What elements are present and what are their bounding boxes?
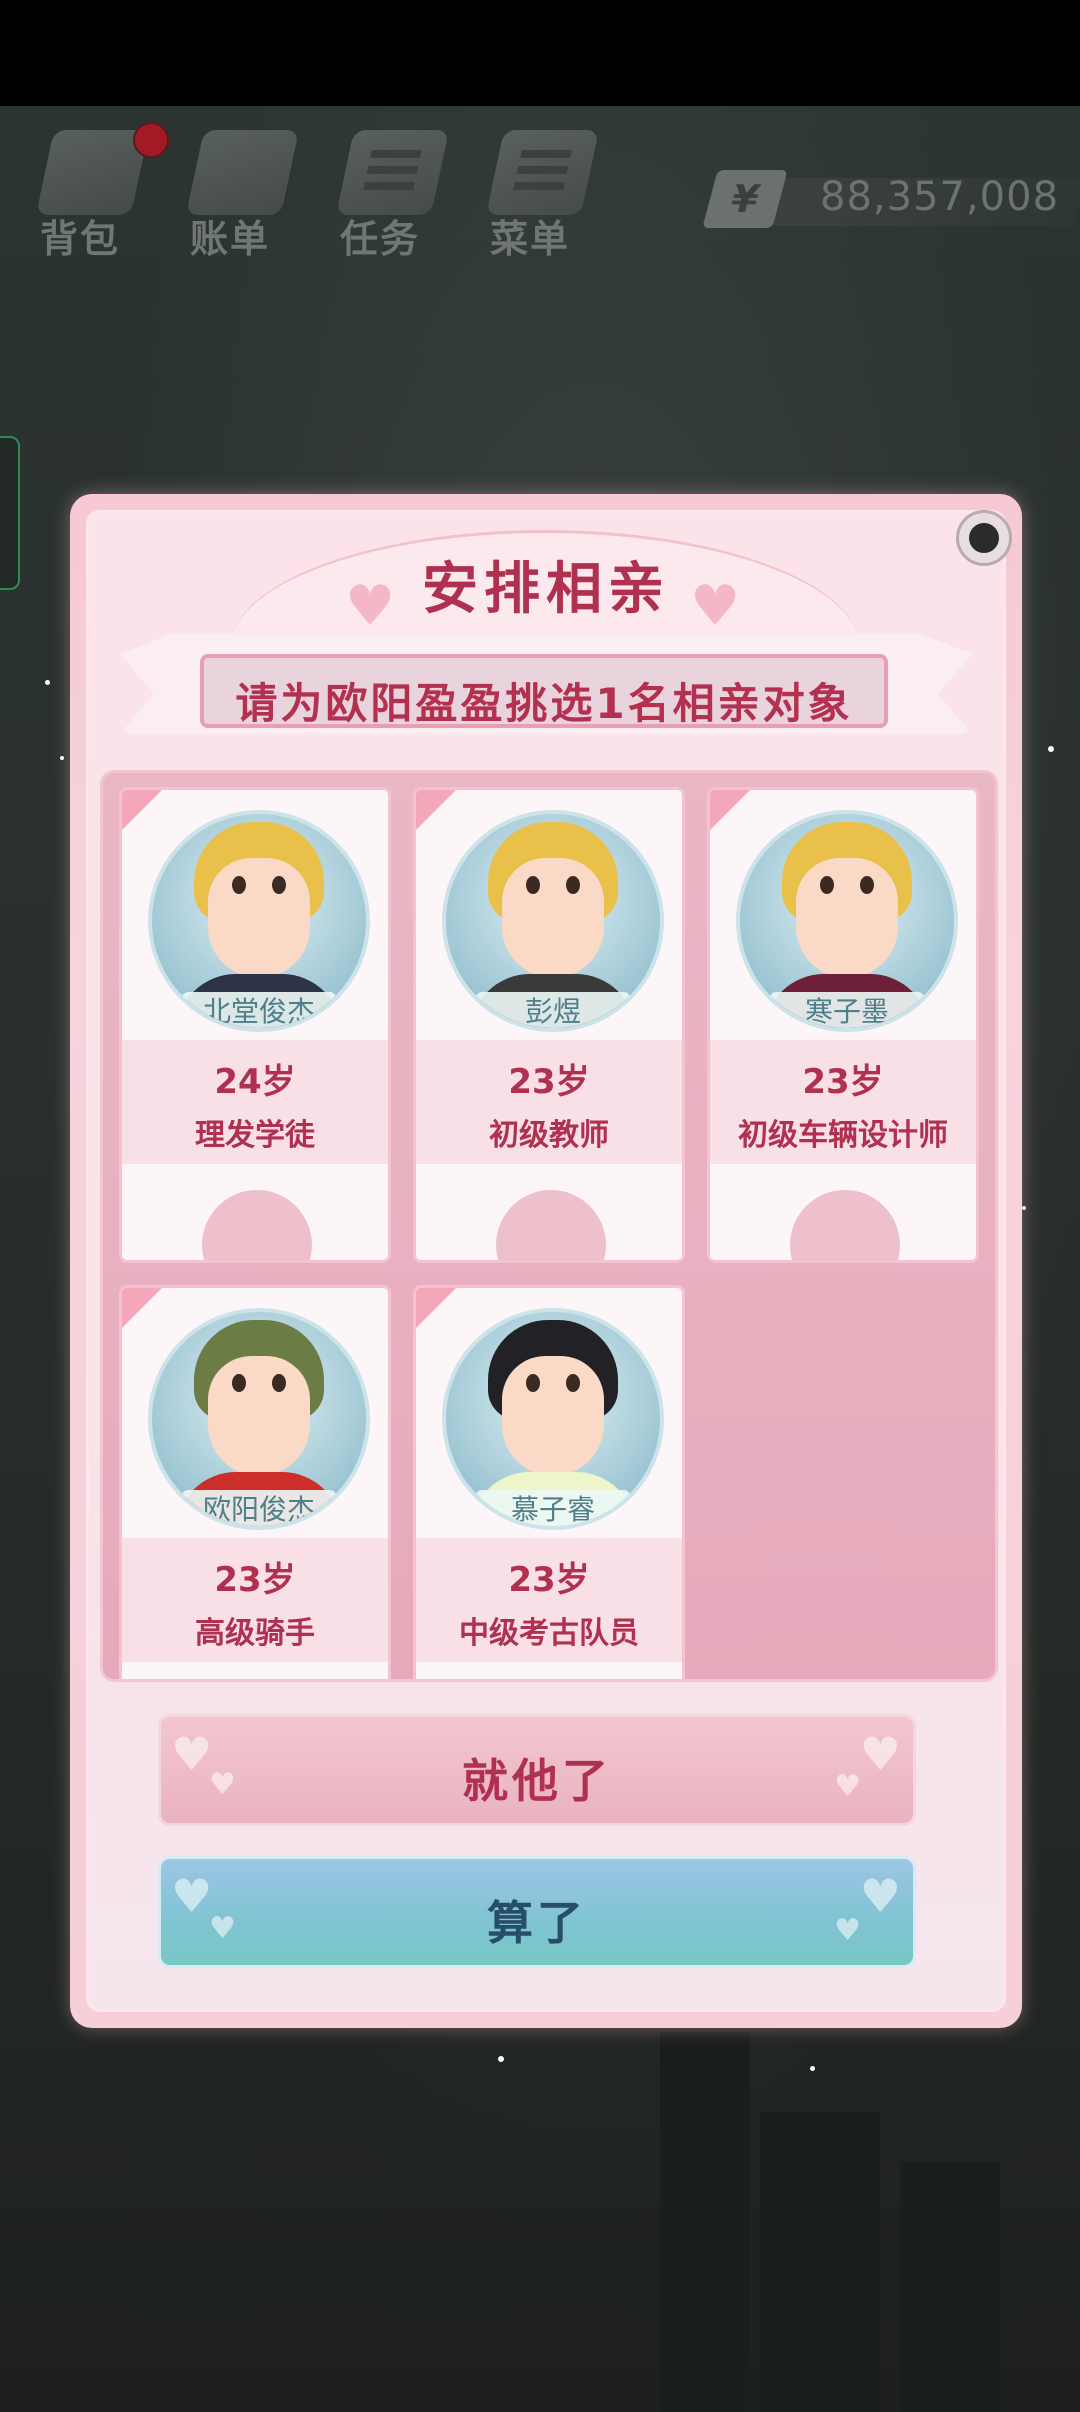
card-notch	[202, 1190, 312, 1260]
info-band: 23岁 初级车辆设计师	[710, 1040, 976, 1164]
matchmaking-dialog: ♥ ♥ 安排相亲 请为欧阳盈盈挑选1名相亲对象 北堂俊杰 24岁 理发学徒 彭煜…	[70, 494, 1022, 2028]
cancel-label: 算了	[487, 1896, 587, 1950]
city-silhouette	[760, 2112, 880, 2412]
candidate-portrait: 寒子墨	[736, 810, 958, 1032]
candidate-grid: 北堂俊杰 24岁 理发学徒 彭煜 23岁 初级教师 寒子墨 23岁 初级车辆设计…	[100, 770, 998, 1682]
menu-icon	[485, 130, 600, 215]
card-corner	[416, 790, 456, 830]
task-icon	[335, 130, 450, 215]
bill-label: 账单	[189, 217, 270, 261]
task-button[interactable]: 任务	[320, 120, 450, 261]
candidate-card[interactable]: 寒子墨 23岁 初级车辆设计师	[707, 787, 979, 1263]
eye	[860, 876, 874, 894]
star	[45, 680, 50, 685]
candidate-name: 北堂俊杰	[182, 992, 336, 1028]
cancel-button[interactable]: ♥ ♥ ♥ ♥ 算了	[158, 1856, 916, 1968]
backpack-icon	[35, 130, 150, 215]
candidate-name: 慕子睿	[476, 1490, 630, 1526]
info-band: 23岁 中级考古队员	[416, 1538, 682, 1662]
confirm-button[interactable]: ♥ ♥ ♥ ♥ 就他了	[158, 1714, 916, 1826]
eye	[232, 876, 246, 894]
candidate-portrait: 北堂俊杰	[148, 810, 370, 1032]
card-corner	[122, 790, 162, 830]
confirm-label: 就他了	[462, 1754, 612, 1808]
candidate-age: 23岁	[508, 1062, 590, 1102]
notification-dot	[133, 122, 169, 158]
star	[810, 2066, 815, 2071]
backpack-button[interactable]: 背包	[20, 120, 150, 261]
card-corner	[122, 1288, 162, 1328]
candidate-name: 寒子墨	[770, 992, 924, 1028]
candidate-name: 欧阳俊杰	[182, 1490, 336, 1526]
eye	[272, 1374, 286, 1392]
candidate-job: 中级考古队员	[459, 1616, 639, 1651]
eye	[566, 876, 580, 894]
status-bar	[0, 0, 1080, 106]
bill-icon	[185, 130, 300, 215]
candidate-job: 初级车辆设计师	[738, 1118, 948, 1153]
card-corner	[416, 1288, 456, 1328]
money-value: 88,357,008	[820, 174, 1060, 220]
candidate-age: 23岁	[508, 1560, 590, 1600]
money-display: ¥ 88,357,008	[700, 170, 1080, 232]
face	[502, 1356, 604, 1476]
eye	[232, 1374, 246, 1392]
card-notch	[790, 1190, 900, 1260]
candidate-card[interactable]: 慕子睿 23岁 中级考古队员	[413, 1285, 685, 1679]
face	[796, 858, 898, 978]
dialog-subtitle: 请为欧阳盈盈挑选1名相亲对象	[235, 679, 853, 728]
menu-button[interactable]: 菜单	[470, 120, 600, 261]
eye	[526, 1374, 540, 1392]
menu-label: 菜单	[489, 217, 570, 261]
candidate-card[interactable]: 欧阳俊杰 23岁 高级骑手	[119, 1285, 391, 1679]
bill-button[interactable]: 账单	[170, 120, 300, 261]
city-silhouette	[660, 2032, 750, 2412]
dialog-title: 安排相亲	[422, 557, 670, 622]
face	[208, 858, 310, 978]
face	[502, 858, 604, 978]
card-notch	[496, 1190, 606, 1260]
candidate-job: 高级骑手	[195, 1616, 315, 1651]
candidate-age: 23岁	[802, 1062, 884, 1102]
info-band: 23岁 初级教师	[416, 1040, 682, 1164]
candidate-portrait: 欧阳俊杰	[148, 1308, 370, 1530]
card-corner	[710, 790, 750, 830]
star	[1022, 1206, 1026, 1210]
star	[60, 756, 64, 760]
backpack-label: 背包	[39, 217, 120, 261]
candidate-card[interactable]: 北堂俊杰 24岁 理发学徒	[119, 787, 391, 1263]
city-silhouette	[900, 2162, 1000, 2412]
candidate-portrait: 彭煜	[442, 810, 664, 1032]
candidate-age: 23岁	[214, 1560, 296, 1600]
candidate-job: 初级教师	[489, 1118, 609, 1153]
eye	[272, 876, 286, 894]
face	[208, 1356, 310, 1476]
candidate-age: 24岁	[214, 1062, 296, 1102]
side-tab[interactable]	[0, 436, 20, 590]
star	[498, 2056, 504, 2062]
candidate-portrait: 慕子睿	[442, 1308, 664, 1530]
info-band: 24岁 理发学徒	[122, 1040, 388, 1164]
eye	[820, 876, 834, 894]
candidate-card[interactable]: 彭煜 23岁 初级教师	[413, 787, 685, 1263]
subtitle-box: 请为欧阳盈盈挑选1名相亲对象	[200, 654, 888, 728]
eye	[526, 876, 540, 894]
task-label: 任务	[339, 217, 420, 261]
candidate-name: 彭煜	[476, 992, 630, 1028]
info-band: 23岁 高级骑手	[122, 1538, 388, 1662]
candidate-job: 理发学徒	[195, 1118, 315, 1153]
eye	[566, 1374, 580, 1392]
star	[1048, 746, 1054, 752]
